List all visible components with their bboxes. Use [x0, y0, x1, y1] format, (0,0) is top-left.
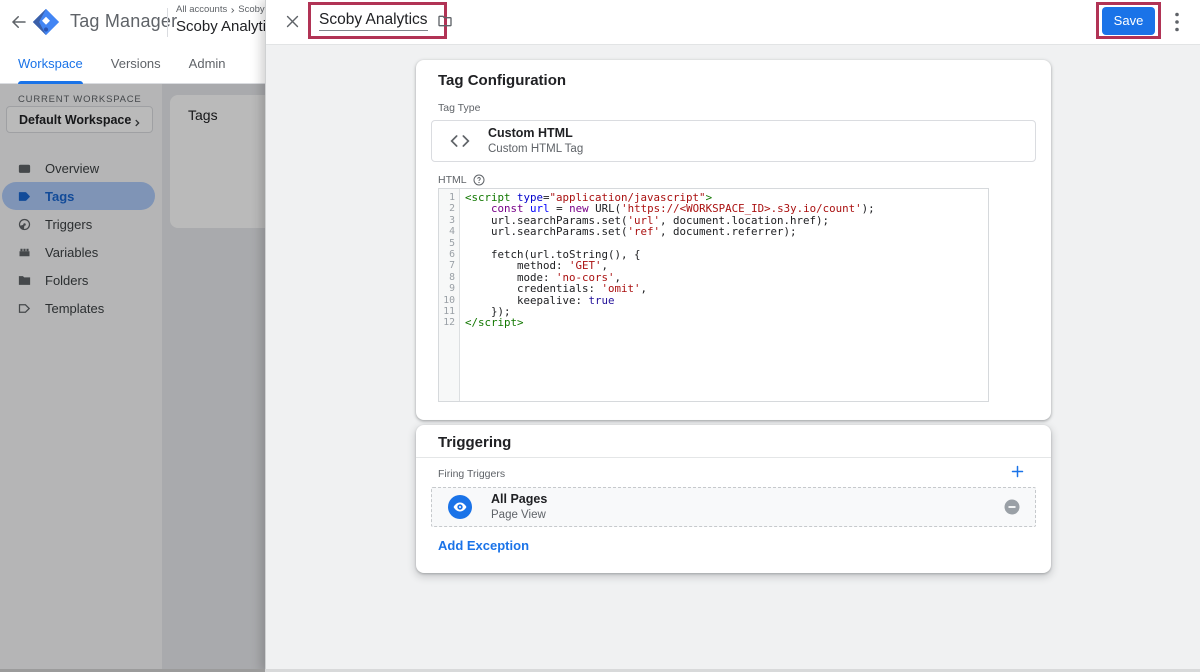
tag-configuration-title: Tag Configuration: [438, 72, 566, 89]
more-options-icon[interactable]: [1175, 12, 1179, 32]
tag-configuration-card: Tag Configuration Tag Type Custom HTML C…: [416, 60, 1051, 420]
container-title: Scoby Analytics: [176, 18, 266, 35]
html-code-editor[interactable]: 123456789101112 <script type="applicatio…: [438, 188, 989, 402]
save-button[interactable]: Save: [1102, 7, 1155, 35]
app-title: Tag Manager: [70, 11, 177, 32]
tag-name-input[interactable]: Scoby Analytics: [319, 11, 428, 31]
triggering-header: Triggering: [416, 425, 1051, 458]
annotation-box-save: Save: [1096, 2, 1161, 39]
code-line-numbers: 123456789101112: [439, 189, 460, 401]
breadcrumb-accounts[interactable]: All accounts: [176, 4, 227, 15]
pageview-trigger-icon: [448, 495, 472, 519]
back-arrow-icon[interactable]: [10, 13, 28, 31]
help-icon[interactable]: [473, 174, 485, 186]
screenshot-root: Tag Manager All accounts Scoby Analytics…: [0, 0, 1200, 672]
remove-trigger-icon[interactable]: [1003, 498, 1021, 516]
code-line: </script>: [465, 317, 875, 328]
header-divider: [167, 8, 168, 37]
tag-type-description: Custom HTML Tag: [488, 142, 583, 156]
code-brackets-icon: [450, 134, 470, 148]
tab-admin[interactable]: Admin: [189, 44, 226, 84]
chevron-right-icon: [229, 6, 236, 13]
breadcrumb: All accounts Scoby Analytics Scoby Analy…: [176, 4, 266, 42]
tag-editor-header: Scoby Analytics Save: [266, 0, 1200, 45]
code-line: url.searchParams.set('ref', document.ref…: [465, 226, 875, 237]
tag-type-label: Tag Type: [438, 102, 480, 114]
code-line: keepalive: true: [465, 295, 875, 306]
tag-type-selector[interactable]: Custom HTML Custom HTML Tag: [431, 120, 1036, 162]
html-field-label: HTML: [438, 174, 485, 186]
breadcrumb-container[interactable]: Scoby Analytics: [238, 4, 266, 15]
tab-workspace[interactable]: Workspace: [18, 44, 83, 84]
triggering-card: Triggering Firing Triggers: [416, 425, 1051, 573]
code-content[interactable]: <script type="application/javascript"> c…: [460, 189, 875, 401]
add-trigger-icon[interactable]: [1010, 464, 1025, 479]
triggering-title: Triggering: [438, 434, 511, 451]
tag-type-name: Custom HTML: [488, 126, 583, 142]
annotation-box-title: Scoby Analytics: [308, 2, 447, 39]
folder-icon[interactable]: [437, 13, 453, 29]
firing-triggers-label: Firing Triggers: [438, 468, 505, 480]
trigger-row-all-pages[interactable]: All Pages Page View: [431, 487, 1036, 527]
tag-editor-panel: Scoby Analytics Save Tag Configuration T…: [265, 0, 1200, 672]
tag-manager-logo-icon: [31, 7, 61, 37]
add-exception-link[interactable]: Add Exception: [438, 538, 529, 553]
code-line: });: [465, 306, 875, 317]
close-icon[interactable]: [284, 13, 301, 30]
tab-versions[interactable]: Versions: [111, 44, 161, 84]
trigger-name: All Pages: [491, 491, 547, 507]
trigger-type: Page View: [491, 508, 547, 523]
tag-editor-body: Tag Configuration Tag Type Custom HTML C…: [266, 45, 1200, 672]
